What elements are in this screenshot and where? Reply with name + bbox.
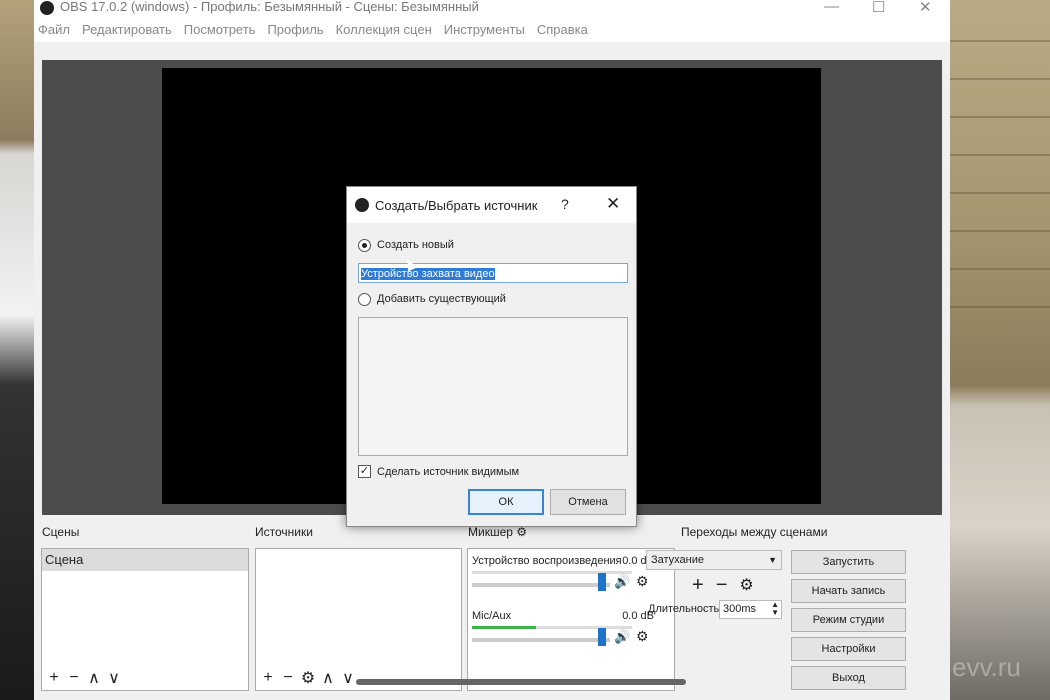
move-down-icon[interactable]: ∨ — [106, 668, 122, 688]
volume-slider-handle[interactable] — [598, 628, 606, 646]
title-bar: OBS 17.0.2 (windows) - Профиль: Безымянн… — [34, 0, 950, 16]
channel-gear-icon[interactable]: ⚙ — [636, 573, 649, 590]
source-name-input[interactable]: Устройство захвата видео — [358, 263, 628, 283]
maximize-button[interactable]: ☐ — [872, 0, 885, 16]
add-source-icon[interactable]: + — [260, 669, 276, 687]
menu-bar: Файл Редактировать Посмотреть Профиль Ко… — [34, 16, 950, 42]
move-up-icon[interactable]: ∧ — [86, 668, 102, 688]
volume-meter — [472, 626, 632, 629]
desktop-background-right — [950, 0, 1050, 700]
duration-input[interactable]: 300ms ▲ ▼ — [719, 600, 782, 619]
make-visible-label: Сделать источник видимым — [377, 466, 520, 478]
transition-select[interactable]: Затухание ▼ — [646, 550, 782, 570]
channel-name: Mic/Aux — [472, 610, 512, 622]
menu-profile[interactable]: Профиль — [267, 22, 323, 37]
make-visible-checkbox[interactable]: ✓ — [358, 465, 371, 478]
channel-name: Устройство воспроизведения — [472, 555, 622, 567]
add-existing-label: Добавить существующий — [377, 293, 506, 305]
remove-transition-icon[interactable]: − — [716, 574, 728, 598]
add-existing-radio[interactable] — [358, 293, 371, 306]
volume-meter — [472, 571, 632, 574]
start-streaming-button[interactable]: Запустить трансляцию — [791, 550, 906, 590]
existing-sources-list[interactable] — [358, 317, 628, 456]
menu-help[interactable]: Справка — [537, 22, 588, 37]
transition-gear-icon[interactable]: ⚙ — [739, 574, 753, 598]
menu-file[interactable]: Файл — [38, 22, 70, 37]
create-new-radio[interactable] — [358, 239, 371, 252]
mixer-gear-icon[interactable]: ⚙ — [516, 525, 527, 539]
volume-slider[interactable] — [472, 638, 610, 642]
move-up-icon[interactable]: ∧ — [320, 668, 336, 688]
menu-edit[interactable]: Редактировать — [82, 22, 172, 37]
close-button[interactable]: ✕ — [919, 0, 932, 16]
add-transition-icon[interactable]: + — [692, 574, 704, 598]
ok-button[interactable]: ОК — [468, 489, 544, 515]
create-select-source-dialog: Создать/Выбрать источник ? ✕ Создать нов… — [346, 186, 637, 527]
watermark: evv.ru — [952, 652, 1021, 682]
dialog-title-bar: Создать/Выбрать источник ? ✕ — [347, 187, 636, 223]
remove-source-icon[interactable]: − — [280, 669, 296, 687]
create-new-label: Создать новый — [377, 239, 454, 251]
scenes-toolbar: + − ∧ ∨ — [46, 668, 122, 688]
speaker-icon[interactable]: 🔊 — [614, 629, 630, 645]
add-scene-icon[interactable]: + — [46, 669, 62, 687]
exit-button[interactable]: Выход — [791, 666, 906, 690]
sources-label: Источники — [255, 525, 313, 539]
mixer-channel: Mic/Aux 0.0 dB 🔊 ⚙ — [468, 604, 674, 659]
window-title: OBS 17.0.2 (windows) - Профиль: Безымянн… — [60, 0, 479, 14]
volume-slider-handle[interactable] — [598, 573, 606, 591]
sources-toolbar: + − ⚙ ∧ ∨ — [260, 668, 356, 688]
transitions-label: Переходы между сценами — [681, 525, 828, 539]
studio-mode-button[interactable]: Режим студии — [791, 608, 906, 632]
transition-toolbar: + − ⚙ — [692, 574, 754, 598]
audio-mixer-panel: Устройство воспроизведения 0.0 dB 🔊 ⚙ Mi… — [467, 548, 675, 691]
obs-logo-icon — [40, 1, 54, 15]
menu-view[interactable]: Посмотреть — [184, 22, 256, 37]
help-button[interactable]: ? — [561, 196, 569, 212]
dialog-close-icon[interactable]: ✕ — [606, 194, 620, 214]
desktop-background-left — [0, 0, 34, 700]
menu-scene-collection[interactable]: Коллекция сцен — [336, 22, 432, 37]
settings-button[interactable]: Настройки — [791, 637, 906, 661]
mixer-channel: Устройство воспроизведения 0.0 dB 🔊 ⚙ — [468, 549, 674, 604]
scenes-label: Сцены — [42, 525, 80, 539]
remove-scene-icon[interactable]: − — [66, 669, 82, 687]
spin-arrows-icon[interactable]: ▲ ▼ — [771, 601, 779, 617]
minimize-button[interactable]: — — [824, 0, 839, 15]
menu-tools[interactable]: Инструменты — [444, 22, 525, 37]
source-properties-gear-icon[interactable]: ⚙ — [300, 668, 316, 688]
cancel-button[interactable]: Отмена — [550, 489, 626, 515]
speaker-icon[interactable]: 🔊 — [614, 574, 630, 590]
chevron-down-icon: ▼ — [768, 555, 777, 565]
sources-panel: + − ⚙ ∧ ∨ — [255, 548, 462, 691]
mixer-label: Микшер ⚙ — [468, 525, 528, 539]
obs-logo-icon — [355, 198, 369, 212]
move-down-icon[interactable]: ∨ — [340, 668, 356, 688]
dialog-title: Создать/Выбрать источник — [375, 198, 538, 213]
channel-gear-icon[interactable]: ⚙ — [636, 628, 649, 645]
duration-label: Длительность — [648, 603, 720, 615]
volume-slider[interactable] — [472, 583, 610, 587]
scene-item[interactable]: Сцена — [42, 549, 248, 571]
video-scrubber-bar — [356, 679, 686, 685]
start-recording-button[interactable]: Начать запись — [791, 579, 906, 603]
scenes-panel: Сцена + − ∧ ∨ — [41, 548, 249, 691]
